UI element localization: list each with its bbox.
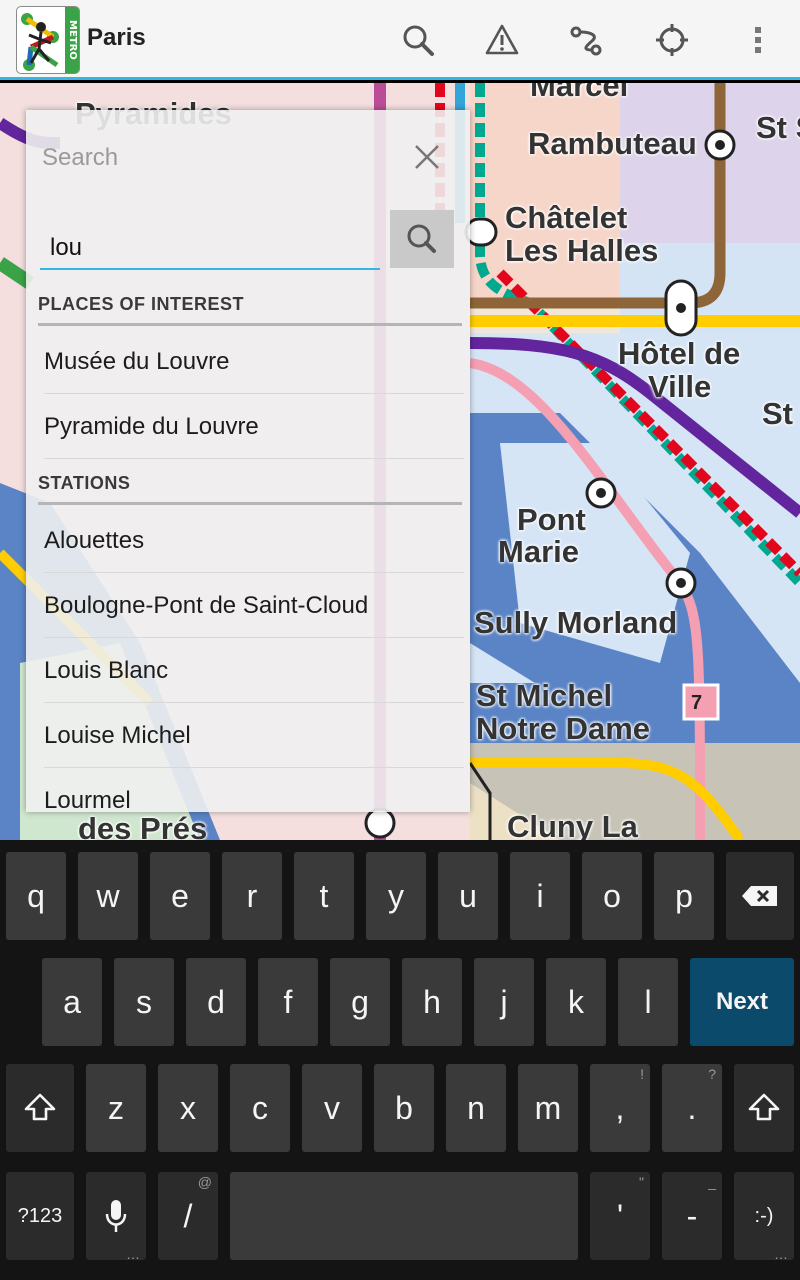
key-c[interactable]: c	[230, 1064, 290, 1152]
map-label: des Prés	[78, 811, 208, 840]
smiley-key[interactable]: :-) …	[734, 1172, 794, 1262]
key-dash[interactable]: - _	[662, 1172, 722, 1260]
key-u[interactable]: u	[438, 852, 498, 940]
smiley-key-label: :-)	[754, 1204, 774, 1227]
space-key[interactable]	[230, 1172, 578, 1260]
warning-icon[interactable]	[484, 22, 520, 58]
key-slash-label: /	[183, 1197, 193, 1234]
key-n[interactable]: n	[446, 1064, 506, 1152]
key-dash-sub: _	[708, 1174, 716, 1190]
key-p[interactable]: p	[654, 852, 714, 940]
key-slash-sub: @	[197, 1174, 212, 1190]
result-item[interactable]: Louis Blanc	[44, 638, 464, 703]
shift-icon	[24, 1093, 56, 1121]
map-label: Cluny La	[507, 809, 638, 840]
result-item[interactable]: Lourmel	[44, 768, 464, 812]
key-slash[interactable]: / @	[158, 1172, 218, 1260]
key-comma-sub: !	[640, 1066, 644, 1082]
map-label: Notre Dame	[476, 711, 650, 746]
map-label: St S	[756, 110, 800, 145]
key-v[interactable]: v	[302, 1064, 362, 1152]
key-i[interactable]: i	[510, 852, 570, 940]
key-d[interactable]: d	[186, 958, 246, 1046]
map-label: St	[762, 396, 793, 431]
key-x[interactable]: x	[158, 1064, 218, 1152]
voice-input-key[interactable]: …	[86, 1172, 146, 1262]
search-input[interactable]	[50, 228, 370, 268]
key-e[interactable]: e	[150, 852, 210, 940]
map-label: Hôtel de	[618, 336, 741, 371]
key-comma-label: ,	[615, 1089, 625, 1126]
next-key[interactable]: Next	[690, 958, 794, 1046]
key-s[interactable]: s	[114, 958, 174, 1046]
map-label: St Michel	[476, 678, 613, 713]
key-period-sub: ?	[708, 1066, 716, 1082]
result-item[interactable]: Musée du Louvre	[44, 329, 464, 394]
key-y[interactable]: y	[366, 852, 426, 940]
microphone-icon	[105, 1200, 127, 1232]
map-label: Rambuteau	[528, 126, 697, 161]
logo-strip: METRO	[65, 7, 79, 73]
key-o[interactable]: o	[582, 852, 642, 940]
key-q[interactable]: q	[6, 852, 66, 940]
search-icon	[407, 224, 436, 253]
metro-logo-figure	[21, 13, 59, 71]
search-submit-button[interactable]	[390, 210, 454, 268]
search-hint: Search	[42, 144, 119, 171]
shift-icon	[748, 1093, 780, 1121]
key-h[interactable]: h	[402, 958, 462, 1046]
route-icon[interactable]	[568, 22, 604, 58]
section-header-places: PLACES OF INTEREST	[38, 290, 462, 326]
result-item[interactable]: Pyramide du Louvre	[44, 394, 464, 459]
search-popup: Search PLACES OF INTEREST Musée du Louvr…	[26, 110, 470, 812]
key-k[interactable]: k	[546, 958, 606, 1046]
search-field	[40, 220, 380, 270]
key-comma[interactable]: , !	[590, 1064, 650, 1152]
overflow-menu-icon[interactable]	[740, 22, 776, 58]
voice-key-dots: …	[126, 1246, 140, 1262]
soft-keyboard: q w e r t y u i o p a s d f g h j k l Ne…	[0, 840, 800, 1280]
key-dash-label: -	[686, 1197, 698, 1234]
action-bar: METRO Paris	[0, 0, 800, 80]
key-b[interactable]: b	[374, 1064, 434, 1152]
shift-key-left[interactable]	[6, 1064, 74, 1152]
map-label: Pont	[517, 502, 586, 537]
smiley-key-dots: …	[774, 1246, 788, 1262]
backspace-key[interactable]	[726, 852, 794, 940]
backspace-icon	[742, 886, 777, 906]
key-apostrophe-sub: "	[639, 1174, 644, 1190]
key-period-label: .	[687, 1089, 697, 1126]
app-logo-icon[interactable]: METRO	[16, 6, 80, 74]
shift-key-right[interactable]	[734, 1064, 794, 1152]
key-l[interactable]: l	[618, 958, 678, 1046]
result-item[interactable]: Boulogne-Pont de Saint-Cloud	[44, 573, 464, 638]
close-icon[interactable]	[410, 140, 444, 174]
result-item[interactable]: Louise Michel	[44, 703, 464, 768]
map-label: Les Halles	[505, 233, 659, 268]
map-label: Ville	[648, 369, 712, 404]
map-label: Marcel	[530, 83, 629, 103]
section-header-stations: STATIONS	[38, 469, 462, 505]
map-label: Marie	[498, 534, 579, 569]
map-label: Châtelet	[505, 200, 628, 235]
symbols-key[interactable]: ?123	[6, 1172, 74, 1260]
key-apostrophe-label: '	[616, 1197, 624, 1234]
result-item[interactable]: Alouettes	[44, 508, 464, 573]
key-f[interactable]: f	[258, 958, 318, 1046]
key-a[interactable]: a	[42, 958, 102, 1046]
locate-icon[interactable]	[654, 22, 690, 58]
key-w[interactable]: w	[78, 852, 138, 940]
key-j[interactable]: j	[474, 958, 534, 1046]
key-m[interactable]: m	[518, 1064, 578, 1152]
key-g[interactable]: g	[330, 958, 390, 1046]
key-apostrophe[interactable]: ' "	[590, 1172, 650, 1260]
key-r[interactable]: r	[222, 852, 282, 940]
map-label: Sully Morland	[474, 605, 678, 640]
line-7-badge: 7	[691, 692, 703, 714]
search-icon[interactable]	[400, 22, 436, 58]
key-period[interactable]: . ?	[662, 1064, 722, 1152]
key-z[interactable]: z	[86, 1064, 146, 1152]
app-title: Paris	[87, 24, 146, 51]
key-t[interactable]: t	[294, 852, 354, 940]
